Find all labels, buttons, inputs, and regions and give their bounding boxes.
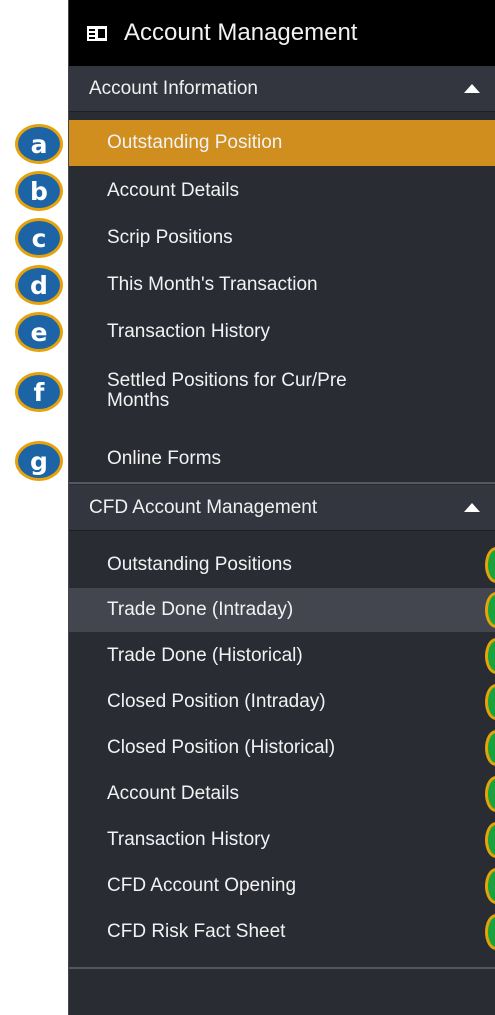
annotation-badge-e: e [15, 312, 63, 352]
menu-item-online-forms[interactable]: Online Forms [69, 437, 495, 481]
menu-item-cfd-trade-done-intraday[interactable]: Trade Done (Intraday) [69, 588, 495, 632]
menu-item-label: Closed Position (Historical) [107, 737, 336, 758]
menu-item-cfd-closed-position-historical[interactable]: Closed Position (Historical) [69, 726, 495, 770]
annotation-badge-a: a [15, 124, 63, 164]
menu-item-label: Closed Position (Intraday) [107, 691, 326, 712]
menu-item-label-line2: Months [107, 390, 170, 411]
menu-item-transaction-history[interactable]: Transaction History [69, 310, 495, 354]
menu-item-settled-positions[interactable]: Settled Positions for Cur/Pre Months [69, 360, 495, 422]
menu-item-scrip-positions[interactable]: Scrip Positions [69, 216, 495, 260]
menu-item-label: Scrip Positions [107, 227, 233, 248]
menu-item-label: Account Details [107, 180, 240, 201]
menu-item-cfd-outstanding-positions[interactable]: Outstanding Positions [69, 543, 495, 587]
menu-item-label: Trade Done (Intraday) [107, 599, 294, 620]
menu-item-label: Account Details [107, 783, 240, 804]
menu-item-label: Online Forms [107, 448, 222, 469]
section-title: CFD Account Management [89, 496, 318, 518]
menu-item-label: Transaction History [107, 321, 270, 342]
menu-item-label: CFD Account Opening [107, 875, 297, 896]
annotation-badge-c: c [15, 218, 63, 258]
section-header-account-information[interactable]: Account Information [69, 66, 495, 112]
caret-up-icon [464, 503, 480, 512]
menu-item-cfd-risk-fact-sheet[interactable]: CFD Risk Fact Sheet [69, 910, 495, 954]
panel-header: Account Management [69, 0, 495, 66]
menu-item-this-months-transaction[interactable]: This Month's Transaction [69, 263, 495, 307]
id-card-icon [87, 25, 107, 41]
section-divider [69, 967, 495, 969]
section-title: Account Information [89, 77, 258, 99]
panel-title: Account Management [124, 19, 358, 46]
menu-item-account-details[interactable]: Account Details [69, 169, 495, 213]
menu-item-label: This Month's Transaction [107, 274, 318, 295]
menu-item-label-line1: Settled Positions for Cur/Pre [107, 370, 347, 391]
menu-item-cfd-account-opening[interactable]: CFD Account Opening [69, 864, 495, 908]
menu-item-cfd-trade-done-historical[interactable]: Trade Done (Historical) [69, 634, 495, 678]
menu-item-outstanding-position[interactable]: Outstanding Position [69, 120, 495, 166]
menu-item-label: CFD Risk Fact Sheet [107, 921, 286, 942]
section-header-cfd-account-management[interactable]: CFD Account Management [69, 485, 495, 531]
menu-item-label: Outstanding Position [107, 132, 283, 153]
section-divider [69, 482, 495, 484]
menu-item-label: Transaction History [107, 829, 270, 850]
menu-item-label: Outstanding Positions [107, 554, 292, 575]
menu-item-label: Trade Done (Historical) [107, 645, 303, 666]
menu-item-cfd-closed-position-intraday[interactable]: Closed Position (Intraday) [69, 680, 495, 724]
annotation-badge-b: b [15, 171, 63, 211]
caret-up-icon [464, 84, 480, 93]
menu-item-cfd-account-details[interactable]: Account Details [69, 772, 495, 816]
annotation-badge-g: g [15, 441, 63, 481]
annotation-badge-d: d [15, 265, 63, 305]
menu-item-cfd-transaction-history[interactable]: Transaction History [69, 818, 495, 862]
annotation-badge-f: f [15, 372, 63, 412]
account-management-panel: Account Management Account Information O… [68, 0, 495, 1015]
